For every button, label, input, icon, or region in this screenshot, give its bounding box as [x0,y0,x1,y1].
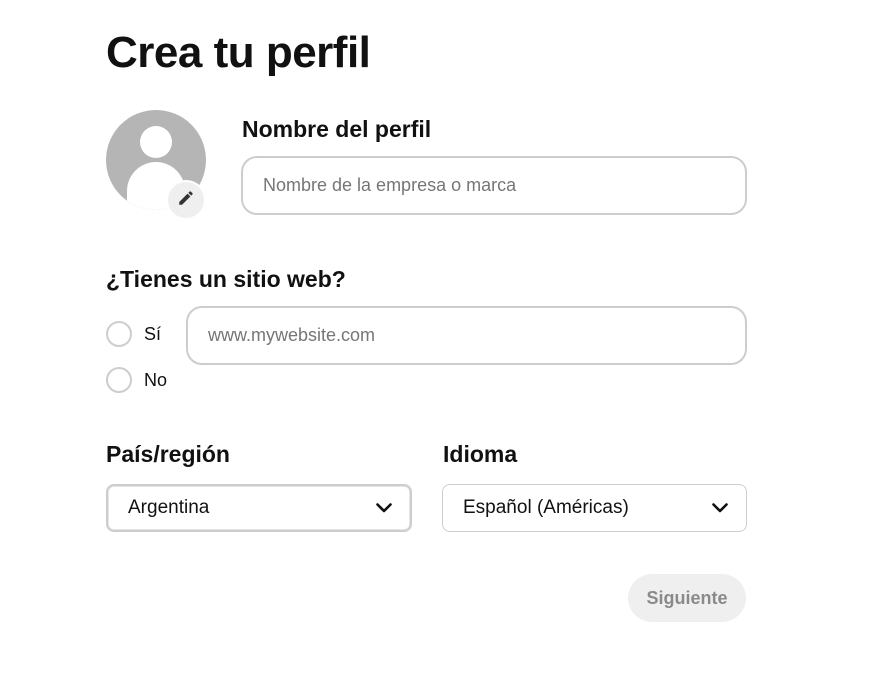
avatar-head-shape [140,126,172,158]
edit-avatar-button[interactable] [166,180,206,220]
language-label: Idioma [443,441,518,467]
profile-name-input[interactable] [241,156,747,215]
chevron-down-icon [712,497,728,519]
radio-yes-label: Sí [144,323,162,344]
language-selected-value: Español (Américas) [463,497,629,518]
website-option-no[interactable]: No [106,367,167,393]
website-url-input[interactable] [186,306,747,365]
language-select[interactable]: Español (Américas) [442,484,747,532]
country-select[interactable]: Argentina [106,484,412,532]
radio-yes[interactable] [106,321,132,347]
next-button[interactable]: Siguiente [628,574,746,622]
chevron-down-icon [376,497,392,519]
profile-name-label: Nombre del perfil [242,116,432,142]
radio-no-label: No [144,369,168,390]
website-question-label: ¿Tienes un sitio web? [106,266,346,292]
page-title: Crea tu perfil [106,28,371,77]
radio-no[interactable] [106,367,132,393]
website-option-yes[interactable]: Sí [106,321,161,347]
create-profile-page: Crea tu perfil Nombre del perfil ¿Tienes… [0,0,883,691]
country-label: País/región [106,441,230,467]
country-selected-value: Argentina [128,497,210,518]
pencil-icon [177,189,195,212]
